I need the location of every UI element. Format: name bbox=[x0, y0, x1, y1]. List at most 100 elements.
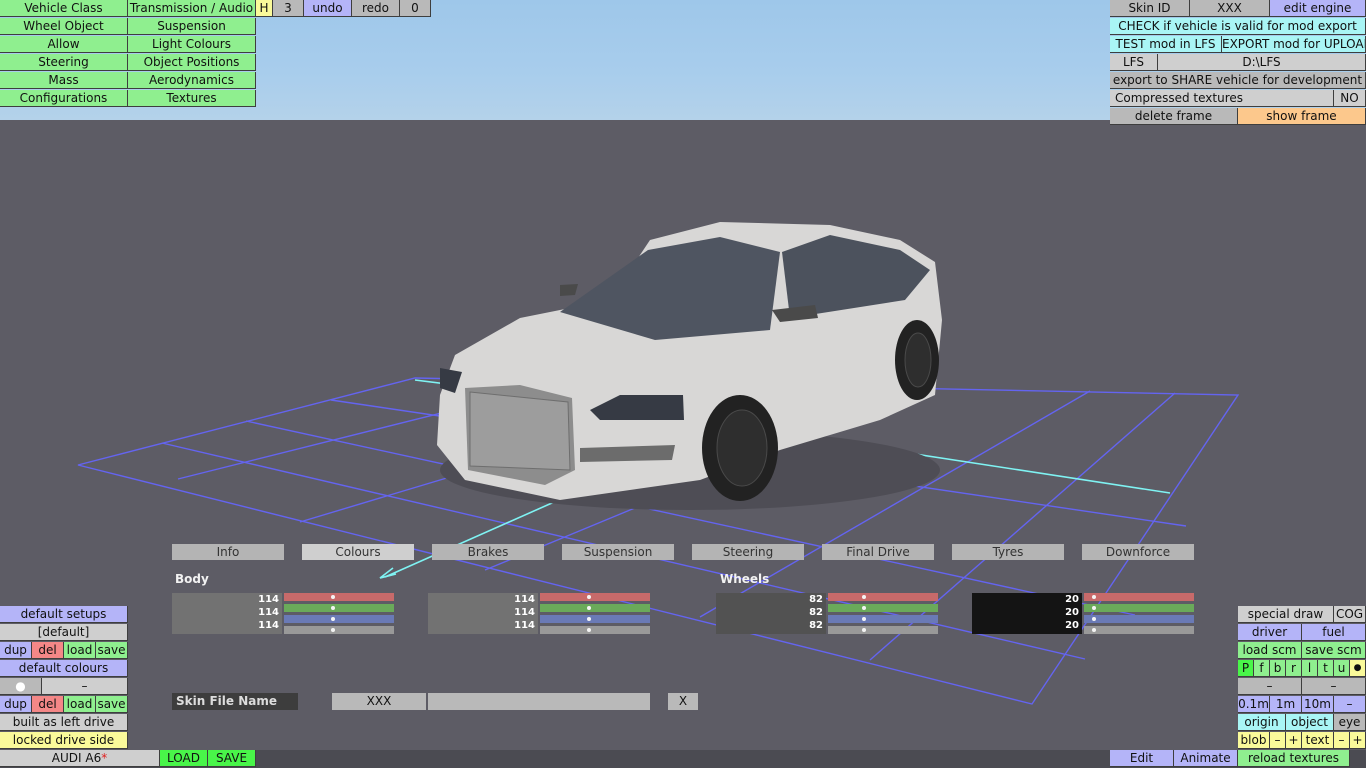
h-button[interactable]: H bbox=[256, 0, 273, 17]
body-green-slider[interactable] bbox=[284, 604, 394, 612]
slider-knob[interactable] bbox=[862, 617, 867, 621]
skin-file-input[interactable] bbox=[428, 693, 650, 710]
wheels2-blue-slider[interactable] bbox=[1084, 615, 1194, 623]
show-frame-button[interactable]: show frame bbox=[1238, 108, 1366, 125]
tab-brakes[interactable]: Brakes bbox=[432, 544, 544, 560]
save-vehicle-button[interactable]: SAVE bbox=[208, 750, 256, 767]
edit-engine-button[interactable]: edit engine bbox=[1270, 0, 1366, 17]
tab-steering[interactable]: Steering bbox=[692, 544, 804, 560]
slider-knob[interactable] bbox=[1092, 595, 1097, 599]
body-alpha-slider[interactable] bbox=[284, 626, 394, 634]
text-plus-button[interactable]: + bbox=[1350, 732, 1366, 749]
check-valid-button[interactable]: CHECK if vehicle is valid for mod export bbox=[1110, 18, 1366, 35]
setup-dup-button[interactable]: dup bbox=[0, 642, 32, 659]
textures-button[interactable]: Textures bbox=[128, 90, 256, 107]
reload-textures-button[interactable]: reload textures bbox=[1238, 750, 1350, 767]
locked-drive-side-toggle[interactable]: locked drive side bbox=[0, 732, 128, 749]
text-minus-button[interactable]: – bbox=[1334, 732, 1350, 749]
body2-blue-slider[interactable] bbox=[540, 615, 650, 623]
setup-del-button[interactable]: del bbox=[32, 642, 64, 659]
colours-load-button[interactable]: load bbox=[64, 696, 96, 713]
tab-final-drive[interactable]: Final Drive bbox=[822, 544, 934, 560]
step-1m-button[interactable]: 1m bbox=[1270, 696, 1302, 713]
step-0-1m-button[interactable]: 0.1m bbox=[1238, 696, 1270, 713]
body2-green-slider[interactable] bbox=[540, 604, 650, 612]
slider-knob[interactable] bbox=[862, 628, 867, 632]
light-colours-button[interactable]: Light Colours bbox=[128, 36, 256, 53]
compressed-textures-toggle[interactable]: NO bbox=[1334, 90, 1366, 107]
mass-button[interactable]: Mass bbox=[0, 72, 128, 89]
slider-knob[interactable] bbox=[1092, 606, 1097, 610]
fuel-button[interactable]: fuel bbox=[1302, 624, 1366, 641]
view-l-button[interactable]: l bbox=[1302, 660, 1318, 677]
view-r-button[interactable]: r bbox=[1286, 660, 1302, 677]
tab-tyres[interactable]: Tyres bbox=[952, 544, 1064, 560]
transmission-audio-button[interactable]: Transmission / Audio bbox=[128, 0, 256, 17]
right-dash-left[interactable]: – bbox=[1238, 678, 1302, 695]
step-dash-button[interactable]: – bbox=[1334, 696, 1366, 713]
colour-dot-button[interactable]: ● bbox=[0, 678, 42, 695]
setup-list-item[interactable]: [default] bbox=[0, 624, 128, 641]
text-button[interactable]: text bbox=[1302, 732, 1334, 749]
cog-button[interactable]: COG bbox=[1334, 606, 1366, 623]
slider-knob[interactable] bbox=[587, 595, 592, 599]
colours-dup-button[interactable]: dup bbox=[0, 696, 32, 713]
view-b-button[interactable]: b bbox=[1270, 660, 1286, 677]
colour-dash-button[interactable]: – bbox=[42, 678, 128, 695]
setup-save-button[interactable]: save bbox=[96, 642, 128, 659]
origin-button[interactable]: origin bbox=[1238, 714, 1286, 731]
export-share-button[interactable]: export to SHARE vehicle for development bbox=[1110, 72, 1366, 89]
view-u-button[interactable]: u bbox=[1334, 660, 1350, 677]
redo-button[interactable]: redo bbox=[352, 0, 400, 17]
slider-knob[interactable] bbox=[331, 595, 336, 599]
slider-knob[interactable] bbox=[587, 606, 592, 610]
slider-knob[interactable] bbox=[587, 628, 592, 632]
wheels-alpha-slider[interactable] bbox=[828, 626, 938, 634]
skin-name-value[interactable]: XXX bbox=[332, 693, 426, 710]
step-10m-button[interactable]: 10m bbox=[1302, 696, 1334, 713]
lfs-path-field[interactable]: D:\LFS bbox=[1158, 54, 1366, 71]
blob-minus-button[interactable]: – bbox=[1270, 732, 1286, 749]
tab-colours[interactable]: Colours bbox=[302, 544, 414, 560]
test-mod-button[interactable]: TEST mod in LFS bbox=[1110, 36, 1222, 53]
slider-knob[interactable] bbox=[331, 617, 336, 621]
default-colours-button[interactable]: default colours bbox=[0, 660, 128, 677]
default-setups-button[interactable]: default setups bbox=[0, 606, 128, 623]
wheels-red-slider[interactable] bbox=[828, 593, 938, 601]
delete-frame-button[interactable]: delete frame bbox=[1110, 108, 1238, 125]
setup-load-button[interactable]: load bbox=[64, 642, 96, 659]
built-left-drive-toggle[interactable]: built as left drive bbox=[0, 714, 128, 731]
view-dot-button[interactable]: ● bbox=[1350, 660, 1366, 677]
colours-save-button[interactable]: save bbox=[96, 696, 128, 713]
right-dash-right[interactable]: – bbox=[1302, 678, 1366, 695]
wheels2-alpha-slider[interactable] bbox=[1084, 626, 1194, 634]
blob-button[interactable]: blob bbox=[1238, 732, 1270, 749]
undo-button[interactable]: undo bbox=[304, 0, 352, 17]
slider-knob[interactable] bbox=[862, 595, 867, 599]
body-red-slider[interactable] bbox=[284, 593, 394, 601]
tab-downforce[interactable]: Downforce bbox=[1082, 544, 1194, 560]
view-t-button[interactable]: t bbox=[1318, 660, 1334, 677]
edit-mode-button[interactable]: Edit bbox=[1110, 750, 1174, 767]
view-f-button[interactable]: f bbox=[1254, 660, 1270, 677]
wheels-green-slider[interactable] bbox=[828, 604, 938, 612]
save-scm-button[interactable]: save scm bbox=[1302, 642, 1366, 659]
suspension-button[interactable]: Suspension bbox=[128, 18, 256, 35]
view-p-button[interactable]: P bbox=[1238, 660, 1254, 677]
body2-red-slider[interactable] bbox=[540, 593, 650, 601]
slider-knob[interactable] bbox=[1092, 617, 1097, 621]
wheels-blue-slider[interactable] bbox=[828, 615, 938, 623]
blob-plus-button[interactable]: + bbox=[1286, 732, 1302, 749]
tab-suspension[interactable]: Suspension bbox=[562, 544, 674, 560]
body-blue-slider[interactable] bbox=[284, 615, 394, 623]
wheel-object-button[interactable]: Wheel Object bbox=[0, 18, 128, 35]
colours-del-button[interactable]: del bbox=[32, 696, 64, 713]
special-draw-button[interactable]: special draw bbox=[1238, 606, 1334, 623]
load-scm-button[interactable]: load scm bbox=[1238, 642, 1302, 659]
body2-alpha-slider[interactable] bbox=[540, 626, 650, 634]
slider-knob[interactable] bbox=[862, 606, 867, 610]
skin-clear-button[interactable]: X bbox=[668, 693, 698, 710]
animate-mode-button[interactable]: Animate bbox=[1174, 750, 1238, 767]
slider-knob[interactable] bbox=[587, 617, 592, 621]
slider-knob[interactable] bbox=[331, 606, 336, 610]
